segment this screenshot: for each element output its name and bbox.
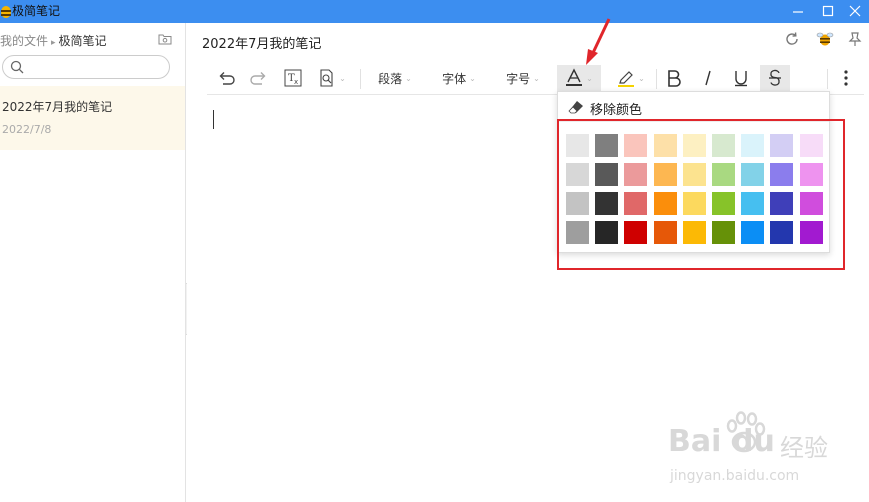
sidebar: 我的文件 ▸ 极简笔记 2022年7月我的笔记 2022/7/8 bbox=[0, 23, 186, 502]
toolbar-divider bbox=[827, 69, 828, 89]
redo-icon bbox=[250, 72, 266, 85]
italic-button[interactable] bbox=[694, 65, 722, 91]
font-color-caret: ⌄ bbox=[586, 73, 593, 83]
pin-icon[interactable] bbox=[848, 31, 862, 47]
clear-format-icon: T x bbox=[284, 69, 302, 87]
bold-icon bbox=[668, 70, 681, 87]
font-color-icon bbox=[566, 68, 583, 86]
underline-icon bbox=[735, 71, 747, 87]
watermark-brand: Bai bbox=[668, 424, 722, 459]
italic-icon bbox=[705, 70, 711, 86]
strikethrough-icon bbox=[769, 69, 781, 86]
annotation-highlight-box bbox=[557, 119, 845, 270]
search-input[interactable] bbox=[29, 58, 163, 76]
more-options-button[interactable] bbox=[835, 65, 857, 91]
find-button[interactable]: ⌄ bbox=[313, 65, 351, 91]
paragraph-label: 段落 bbox=[378, 71, 403, 86]
bold-button[interactable] bbox=[660, 65, 688, 91]
document-search-icon bbox=[320, 69, 333, 87]
maximize-icon bbox=[822, 5, 834, 17]
search-box[interactable] bbox=[2, 55, 170, 79]
font-size-label: 字号 bbox=[506, 71, 531, 86]
close-button[interactable] bbox=[840, 0, 869, 23]
font-caret: ⌄ bbox=[469, 73, 476, 83]
note-list-item[interactable]: 2022年7月我的笔记 2022/7/8 bbox=[0, 86, 185, 150]
watermark-url: jingyan.baidu.com bbox=[670, 468, 800, 484]
underline-button[interactable] bbox=[727, 65, 755, 91]
watermark-cn: 经验 bbox=[780, 434, 828, 462]
text-cursor bbox=[213, 110, 214, 129]
font-size-caret: ⌄ bbox=[533, 73, 540, 83]
paragraph-dropdown[interactable]: 段落 ⌄ bbox=[371, 65, 419, 91]
paragraph-caret: ⌄ bbox=[405, 73, 412, 83]
highlighter-icon bbox=[618, 71, 635, 87]
clear-format-button[interactable]: T x bbox=[280, 65, 306, 91]
minimize-icon bbox=[793, 11, 803, 13]
search-icon bbox=[10, 60, 24, 74]
annotation-arrow-icon bbox=[586, 18, 611, 65]
folder-icon[interactable] bbox=[158, 32, 172, 45]
find-caret: ⌄ bbox=[339, 73, 346, 83]
eraser-icon bbox=[568, 101, 583, 114]
remove-color-label: 移除颜色 bbox=[590, 103, 643, 118]
breadcrumb-current[interactable]: 极简笔记 bbox=[59, 34, 107, 48]
window-title: 极简笔记 bbox=[12, 4, 61, 18]
title-bar: 极简笔记 bbox=[0, 0, 869, 23]
sync-icon[interactable] bbox=[784, 31, 800, 47]
baidu-watermark: Bai du 经验 jingyan.baidu.com bbox=[668, 410, 868, 500]
toolbar-divider bbox=[656, 69, 657, 89]
note-title[interactable]: 2022年7月我的笔记 bbox=[202, 33, 321, 52]
svg-text:x: x bbox=[294, 78, 298, 86]
note-item-title: 2022年7月我的笔记 bbox=[2, 100, 113, 114]
breadcrumb-parent[interactable]: 我的文件 bbox=[0, 34, 48, 48]
font-label: 字体 bbox=[442, 71, 467, 86]
bee-app-icon bbox=[1, 6, 11, 18]
breadcrumb-separator: ▸ bbox=[51, 38, 56, 48]
breadcrumb: 我的文件 ▸ 极简笔记 bbox=[0, 32, 107, 49]
font-dropdown[interactable]: 字体 ⌄ bbox=[435, 65, 483, 91]
strikethrough-button[interactable] bbox=[760, 65, 790, 91]
toolbar-divider bbox=[360, 69, 361, 89]
close-icon bbox=[849, 5, 861, 17]
highlight-caret: ⌄ bbox=[638, 73, 645, 83]
note-item-date: 2022/7/8 bbox=[2, 123, 52, 136]
highlight-color-button[interactable]: ⌄ bbox=[611, 65, 651, 91]
font-color-button[interactable]: ⌄ bbox=[557, 65, 601, 91]
editor-toolbar: T x ⌄ 段落 ⌄ 字体 ⌄ 字号 ⌄ ⌄ ⌄ bbox=[207, 61, 864, 95]
maximize-button[interactable] bbox=[813, 0, 843, 23]
font-size-dropdown[interactable]: 字号 ⌄ bbox=[499, 65, 547, 91]
remove-color-button[interactable]: 移除颜色 bbox=[558, 92, 829, 122]
bee-icon[interactable] bbox=[816, 31, 834, 47]
watermark-brand-suffix: du bbox=[732, 424, 775, 459]
undo-button[interactable] bbox=[213, 65, 239, 91]
undo-icon bbox=[219, 72, 235, 85]
more-vertical-icon bbox=[844, 70, 848, 86]
minimize-button[interactable] bbox=[783, 0, 813, 23]
redo-button[interactable] bbox=[246, 65, 272, 91]
